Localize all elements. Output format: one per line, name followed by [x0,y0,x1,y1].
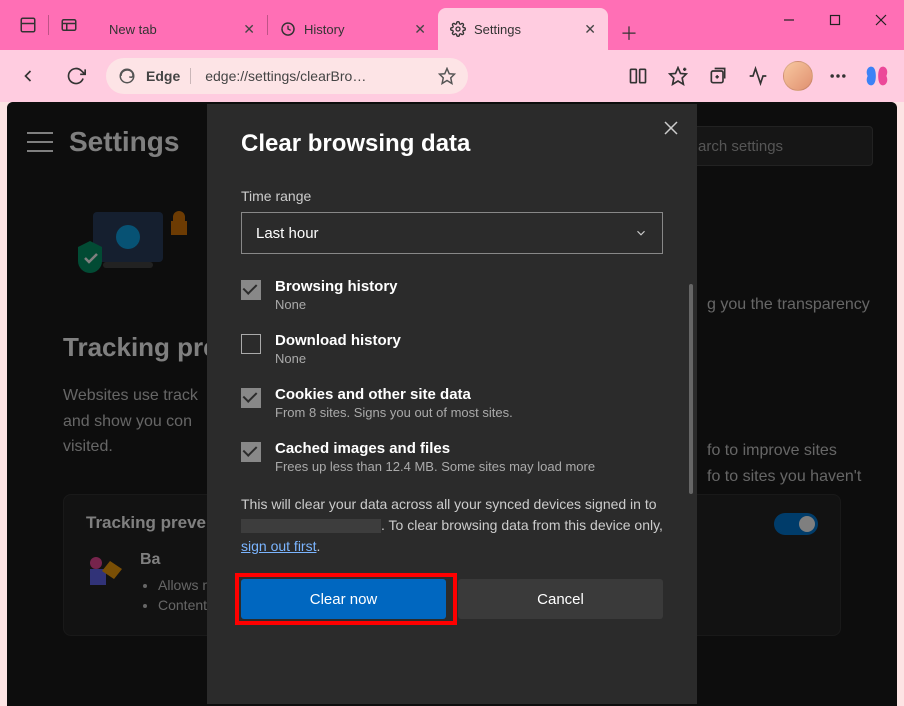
close-icon[interactable]: ✕ [243,21,255,38]
performance-icon[interactable] [740,58,776,94]
workspaces-icon[interactable] [16,13,40,37]
clear-now-button[interactable]: Clear now [241,579,446,619]
chevron-down-icon [634,226,648,240]
tab-label: New tab [109,22,157,37]
time-range-value: Last hour [256,225,319,242]
more-menu-icon[interactable] [820,58,856,94]
browser-toolbar: Edge edge://settings/clearBro… [0,50,904,102]
back-button[interactable] [10,58,46,94]
profile-avatar[interactable] [780,58,816,94]
option-title: Cached images and files [275,440,595,457]
tab-new-tab[interactable]: New tab ✕ [97,8,267,50]
option-desc: None [275,297,398,312]
favorites-icon[interactable] [660,58,696,94]
tab-history[interactable]: History ✕ [268,8,438,50]
option-download-history[interactable]: Download history None [241,332,663,366]
tab-settings[interactable]: Settings ✕ [438,8,608,50]
checkbox[interactable] [241,280,261,300]
time-range-label: Time range [241,188,663,204]
cancel-button[interactable]: Cancel [458,579,663,619]
tab-label: Settings [474,22,521,37]
option-title: Download history [275,332,401,349]
option-cookies[interactable]: Cookies and other site data From 8 sites… [241,386,663,420]
url-text: edge://settings/clearBro… [205,68,428,84]
address-bar[interactable]: Edge edge://settings/clearBro… [106,58,468,94]
option-desc: Frees up less than 12.4 MB. Some sites m… [275,459,595,474]
checkbox[interactable] [241,442,261,462]
favorite-star-icon[interactable] [438,67,456,85]
close-dialog-button[interactable] [663,120,679,136]
copilot-icon[interactable] [860,59,894,93]
refresh-button[interactable] [58,58,94,94]
browser-tabs: New tab ✕ History ✕ Settings ✕ ＋ [97,0,646,50]
option-browsing-history[interactable]: Browsing history None [241,278,663,312]
option-desc: From 8 sites. Signs you out of most site… [275,405,513,420]
new-tab-button[interactable]: ＋ [612,16,646,50]
window-controls [766,0,904,40]
close-icon[interactable]: ✕ [414,21,426,38]
collections-icon[interactable] [700,58,736,94]
tab-actions-icon[interactable] [57,13,81,37]
dialog-title: Clear browsing data [241,130,663,158]
maximize-button[interactable] [812,0,858,40]
redacted-account [241,519,381,533]
option-cached-files[interactable]: Cached images and files Frees up less th… [241,440,663,474]
window-titlebar: New tab ✕ History ✕ Settings ✕ ＋ [0,0,904,50]
sign-out-link[interactable]: sign out first [241,538,316,554]
history-icon [280,21,296,37]
edge-label: Edge [146,68,191,84]
split-screen-icon[interactable] [620,58,656,94]
close-window-button[interactable] [858,0,904,40]
gear-icon [450,21,466,37]
checkbox[interactable] [241,334,261,354]
time-range-select[interactable]: Last hour [241,212,663,254]
option-title: Browsing history [275,278,398,295]
scrollbar[interactable] [689,284,693,494]
tab-label: History [304,22,344,37]
option-desc: None [275,351,401,366]
edge-logo-icon [118,67,136,85]
checkbox[interactable] [241,388,261,408]
close-icon[interactable]: ✕ [584,21,596,38]
sync-note: This will clear your data across all you… [241,494,663,557]
option-title: Cookies and other site data [275,386,513,403]
minimize-button[interactable] [766,0,812,40]
clear-browsing-data-dialog: Clear browsing data Time range Last hour… [207,104,697,704]
